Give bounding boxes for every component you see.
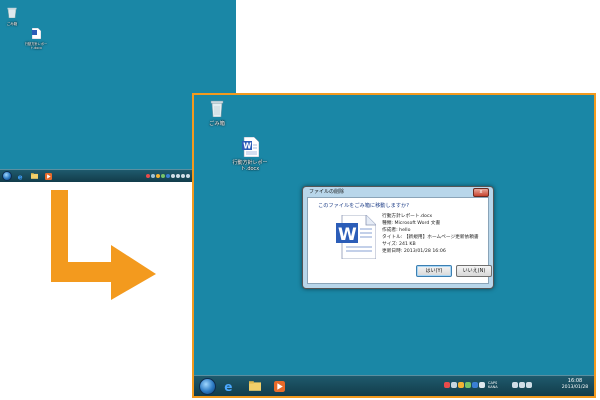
dialog-title: ファイルの削除 [309,189,345,195]
yes-button[interactable]: はい(Y) [416,265,452,277]
taskbar: e CAPS KANA 16:08 2013/01/28 [194,375,594,396]
file-info: 行動方針レポート.docx 種類: Microsoft Word 文書 作成者:… [382,213,479,255]
recycle-bin-label: ごみ箱 [209,121,225,127]
desktop-recycle-bin[interactable]: ごみ箱 [4,3,20,26]
media-player-icon [273,380,285,392]
explorer-icon [249,381,261,391]
arrow-icon [51,190,156,300]
ie-icon: e [17,173,22,180]
recycle-bin-icon [7,7,17,19]
desktop-document-large[interactable]: W 行動方針レポー ト.docx [230,136,270,173]
system-tray-icons[interactable] [512,382,533,388]
dialog-close-button[interactable]: x [473,188,489,197]
svg-text:e: e [17,173,22,180]
start-button[interactable] [198,377,216,395]
dialog-question: このファイルをごみ箱に移動しますか? [318,203,409,209]
svg-text:W: W [243,142,252,151]
document-label-line2: ト.docx [240,165,260,172]
clock-date: 2013/01/28 [561,384,589,390]
tray-icons-thumbnail[interactable] [146,174,191,178]
ie-icon: e [224,380,232,392]
media-taskbar-button[interactable] [272,379,286,393]
desktop-document[interactable]: 行動方針レポー ト.docx [24,24,48,50]
recycle-bin-icon [210,100,224,118]
media-taskbar-button[interactable] [44,172,52,180]
file-name: 行動方針レポート.docx [382,214,433,219]
word-document-icon: W [336,215,376,259]
notification-area[interactable] [444,382,486,388]
desktop-enlarged: ごみ箱 W 行動方針レポー ト.docx ファイルの削除 x このファイルをごみ… [192,93,596,398]
file-author: 作成者: hello [382,228,411,233]
svg-text:e: e [224,380,232,392]
file-title: タイトル: 【新規用】ホームページ更新依頼書 [382,235,479,240]
no-button[interactable]: いいえ(N) [456,265,492,277]
file-modified: 更新日時: 2013/01/28 16:06 [382,249,446,254]
document-label-line2: ト.docx [30,45,42,50]
file-type: 種類: Microsoft Word 文書 [382,221,441,226]
taskbar-clock[interactable]: 16:08 2013/01/28 [558,378,592,390]
explorer-taskbar-button[interactable] [248,379,262,393]
start-orb-icon [198,377,216,395]
start-button[interactable] [2,171,12,181]
ie-taskbar-button[interactable]: e [222,379,236,393]
explorer-taskbar-button[interactable] [30,172,38,180]
delete-file-dialog: ファイルの削除 x このファイルをごみ箱に移動しますか? W 行動方針レポート.… [302,186,494,289]
ie-taskbar-button[interactable]: e [16,172,24,180]
word-document-icon: W [241,136,259,158]
dialog-body: このファイルをごみ箱に移動しますか? W 行動方針レポート.docx 種類: M… [307,197,492,284]
ime-status[interactable]: CAPS KANA [488,381,502,390]
word-document-icon [31,27,41,40]
svg-text:W: W [338,225,357,245]
start-orb-icon [2,171,12,181]
media-player-icon [44,172,52,180]
desktop-recycle-bin-large[interactable]: ごみ箱 [202,100,232,127]
recycle-bin-label: ごみ箱 [6,22,18,26]
file-size: サイズ: 241 KB [382,242,416,247]
explorer-icon [30,173,38,179]
